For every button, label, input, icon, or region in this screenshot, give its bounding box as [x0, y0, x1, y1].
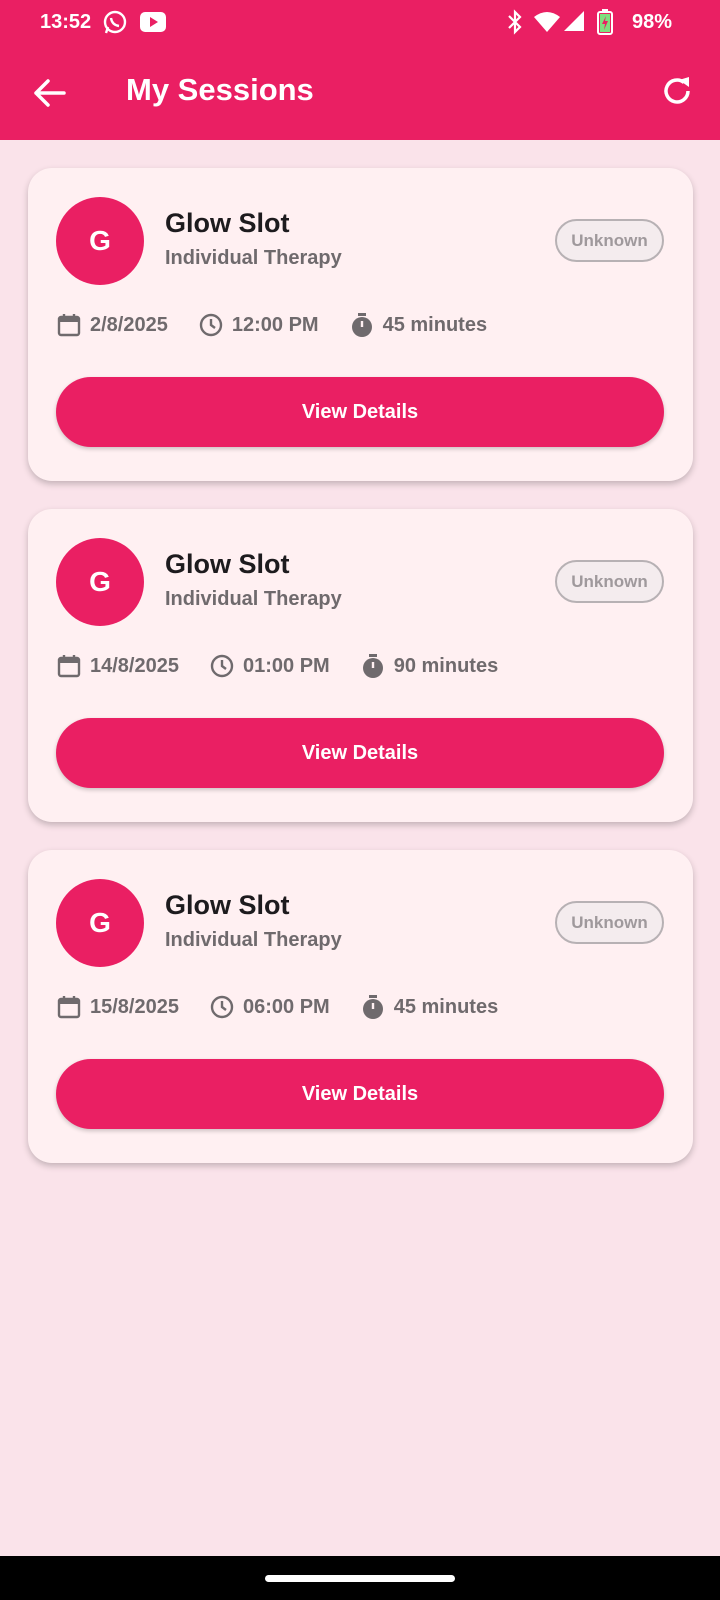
session-time: 12:00 PM: [198, 312, 319, 338]
session-meta: 2/8/2025 12:00 PM 45 minutes: [56, 310, 517, 340]
session-duration-text: 45 minutes: [393, 995, 499, 1018]
session-duration-text: 90 minutes: [393, 654, 499, 677]
session-type: Individual Therapy: [165, 929, 342, 951]
session-name: Glow Slot: [165, 549, 290, 579]
session-meta: 14/8/2025 01:00 PM 90 minutes: [56, 651, 528, 681]
status-badge: Unknown: [555, 560, 664, 603]
timer-icon: [362, 995, 383, 1019]
session-duration-text: 45 minutes: [382, 313, 488, 336]
session-card: G Glow Slot Individual Therapy Unknown 1…: [28, 850, 693, 1163]
avatar: G: [56, 197, 144, 285]
session-date-text: 2/8/2025: [90, 313, 168, 336]
signal-icon: [562, 10, 586, 38]
session-type: Individual Therapy: [165, 247, 342, 269]
session-type: Individual Therapy: [165, 588, 342, 610]
session-date-text: 15/8/2025: [90, 995, 179, 1018]
page-title: My Sessions: [126, 72, 314, 107]
session-time-text: 12:00 PM: [231, 313, 319, 336]
session-duration: 45 minutes: [349, 312, 487, 338]
session-duration: 90 minutes: [360, 653, 498, 679]
session-time: 06:00 PM: [209, 994, 330, 1020]
session-time-text: 06:00 PM: [242, 995, 330, 1018]
view-details-button[interactable]: View Details: [56, 377, 664, 447]
session-name: Glow Slot: [165, 208, 290, 238]
whatsapp-icon: [102, 9, 128, 41]
timer-icon: [351, 313, 372, 337]
app-header: 13:52 98% My Sessions: [0, 0, 720, 140]
calendar-icon: [57, 314, 81, 337]
youtube-icon: [139, 11, 167, 39]
status-badge: Unknown: [555, 219, 664, 262]
status-time: 13:52: [40, 11, 92, 33]
session-date-text: 14/8/2025: [90, 654, 179, 677]
session-date: 2/8/2025: [56, 312, 168, 338]
bluetooth-icon: [505, 9, 525, 41]
view-details-button[interactable]: View Details: [56, 718, 664, 788]
session-time-text: 01:00 PM: [242, 654, 330, 677]
battery-charging-icon: [597, 9, 613, 41]
avatar: G: [56, 879, 144, 967]
clock-icon: [210, 995, 234, 1019]
refresh-icon: [664, 77, 690, 104]
view-details-button[interactable]: View Details: [56, 1059, 664, 1129]
wifi-icon: [533, 11, 561, 39]
clock-icon: [210, 654, 234, 678]
refresh-button[interactable]: [660, 74, 694, 108]
calendar-icon: [57, 996, 81, 1019]
session-card: G Glow Slot Individual Therapy Unknown 1…: [28, 509, 693, 822]
system-navigation-bar: [0, 1556, 720, 1600]
home-gesture-handle[interactable]: [265, 1575, 455, 1582]
battery-percentage: 98%: [632, 11, 673, 33]
session-date: 14/8/2025: [56, 653, 179, 679]
session-duration: 45 minutes: [360, 994, 498, 1020]
avatar: G: [56, 538, 144, 626]
back-button[interactable]: [30, 74, 68, 112]
session-name: Glow Slot: [165, 890, 290, 920]
session-card: G Glow Slot Individual Therapy Unknown 2…: [28, 168, 693, 481]
arrow-left-icon: [34, 79, 66, 107]
session-meta: 15/8/2025 06:00 PM 45 minutes: [56, 992, 528, 1022]
session-time: 01:00 PM: [209, 653, 330, 679]
timer-icon: [362, 654, 383, 678]
status-bar: 13:52 98%: [0, 0, 720, 44]
status-badge: Unknown: [555, 901, 664, 944]
clock-icon: [199, 313, 223, 337]
calendar-icon: [57, 655, 81, 678]
session-list: G Glow Slot Individual Therapy Unknown 2…: [28, 168, 693, 1191]
session-date: 15/8/2025: [56, 994, 179, 1020]
